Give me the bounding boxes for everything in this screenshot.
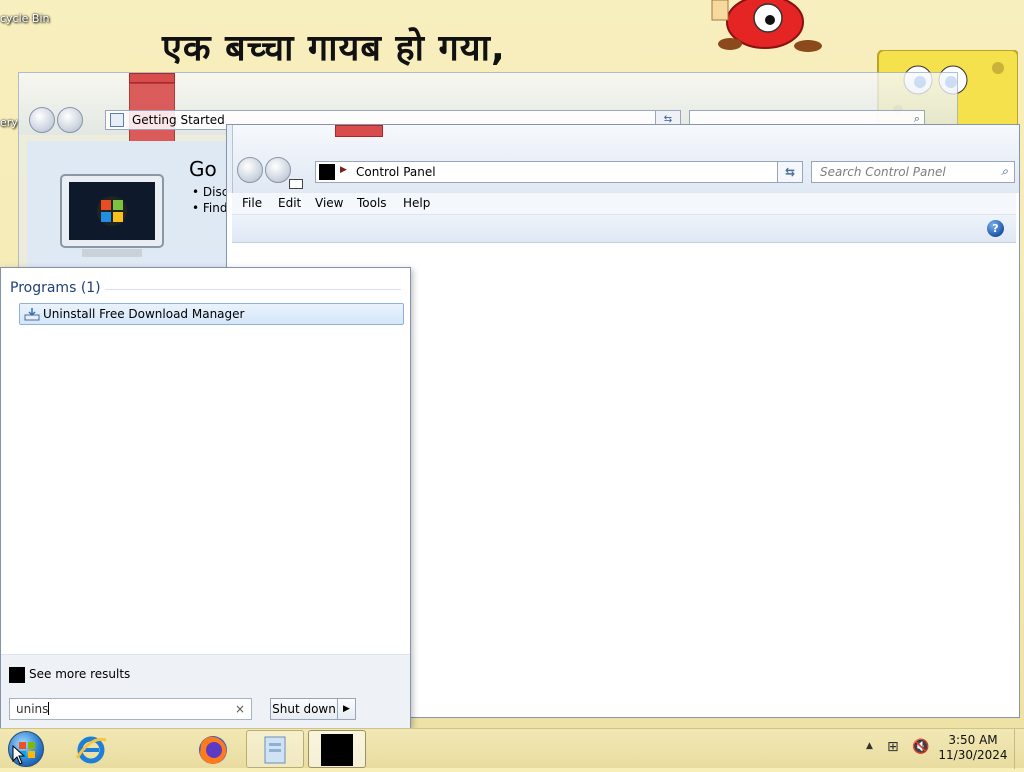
start-search-input[interactable]: unins ×: [9, 698, 252, 720]
start-menu-footer: See more results unins × Shut down ▶: [1, 654, 410, 728]
cartoon-illustration: [711, 0, 822, 52]
firefox-icon: [199, 736, 227, 764]
taskbar-windows-explorer[interactable]: [246, 730, 304, 768]
text-caret: [48, 702, 50, 715]
uninstall-icon: [24, 308, 40, 321]
divider: [105, 289, 401, 290]
mouse-cursor-icon: [12, 745, 26, 765]
active-app-icon: [321, 734, 353, 766]
forward-button[interactable]: [265, 157, 291, 183]
menu-help[interactable]: Help: [403, 196, 430, 210]
see-more-icon: [9, 667, 25, 683]
internet-explorer-icon: [75, 736, 107, 764]
folder-icon: [110, 113, 124, 127]
search-value: unins: [16, 702, 49, 716]
address-bar[interactable]: ▶ Control Panel ▼: [315, 161, 853, 183]
wallpaper-title: एक बच्चा गायब हो गया,: [162, 28, 506, 69]
recent-pages-button[interactable]: [289, 179, 303, 189]
titlebar-accent: [129, 73, 175, 83]
bullet-item[interactable]: • Disc: [192, 185, 228, 199]
clock-date: 11/30/2024: [938, 748, 1008, 762]
bullet-item[interactable]: • Find: [192, 201, 227, 215]
menu-edit[interactable]: Edit: [278, 196, 301, 210]
taskbar: ▲ ⊞ 🔇 3:50 AM 11/30/2024: [0, 728, 1024, 769]
start-menu: Programs (1) Uninstall Free Download Man…: [0, 267, 411, 728]
clock-time: 3:50 AM: [948, 733, 998, 747]
control-panel-icon: [319, 164, 335, 180]
window-border: [227, 125, 233, 193]
programs-header: Programs (1): [10, 280, 101, 296]
shutdown-button[interactable]: Shut down: [270, 698, 338, 720]
help-icon[interactable]: ?: [987, 220, 1004, 237]
titlebar-accent: [335, 125, 383, 137]
taskbar-active-app[interactable]: [308, 730, 366, 768]
search-icon[interactable]: ⌕: [1001, 164, 1008, 179]
taskbar-firefox[interactable]: [184, 730, 242, 768]
command-bar: ?: [232, 215, 1016, 243]
back-button[interactable]: [29, 107, 55, 133]
windows-explorer-icon: [264, 736, 286, 764]
page-heading: Go: [189, 157, 217, 181]
show-hidden-icons-icon[interactable]: ▲: [866, 741, 873, 751]
volume-muted-icon[interactable]: 🔇: [912, 739, 929, 755]
see-more-results-link[interactable]: See more results: [29, 667, 130, 681]
breadcrumb[interactable]: Control Panel: [356, 165, 436, 179]
clear-search-icon[interactable]: ×: [235, 702, 245, 716]
back-button[interactable]: [237, 157, 263, 183]
library-label[interactable]: ery: [0, 116, 18, 129]
search-placeholder: Search Control Panel: [820, 165, 946, 179]
search-input[interactable]: Search Control Panel ⌕: [811, 161, 1015, 183]
menu-view[interactable]: View: [315, 196, 343, 210]
address-text: Getting Started: [132, 113, 225, 127]
search-result-item[interactable]: Uninstall Free Download Manager: [19, 303, 404, 325]
menu-bar: File Edit View Tools Help: [232, 193, 1016, 215]
clock[interactable]: 3:50 AM 11/30/2024: [938, 733, 1008, 763]
refresh-icon[interactable]: ⇆: [777, 161, 803, 183]
taskbar-internet-explorer[interactable]: [64, 730, 122, 768]
network-icon[interactable]: ⊞: [887, 739, 899, 755]
monitor-windows-logo-icon: [60, 174, 164, 257]
shutdown-options-arrow-icon[interactable]: ▶: [337, 698, 356, 720]
menu-file[interactable]: File: [242, 196, 262, 210]
show-desktop-button[interactable]: [1014, 729, 1024, 769]
menu-tools[interactable]: Tools: [357, 196, 387, 210]
breadcrumb-arrow-icon[interactable]: ▶: [340, 165, 347, 175]
recycle-bin-label[interactable]: cycle Bin: [0, 12, 50, 25]
forward-button[interactable]: [57, 107, 83, 133]
search-result-label: Uninstall Free Download Manager: [43, 307, 245, 321]
